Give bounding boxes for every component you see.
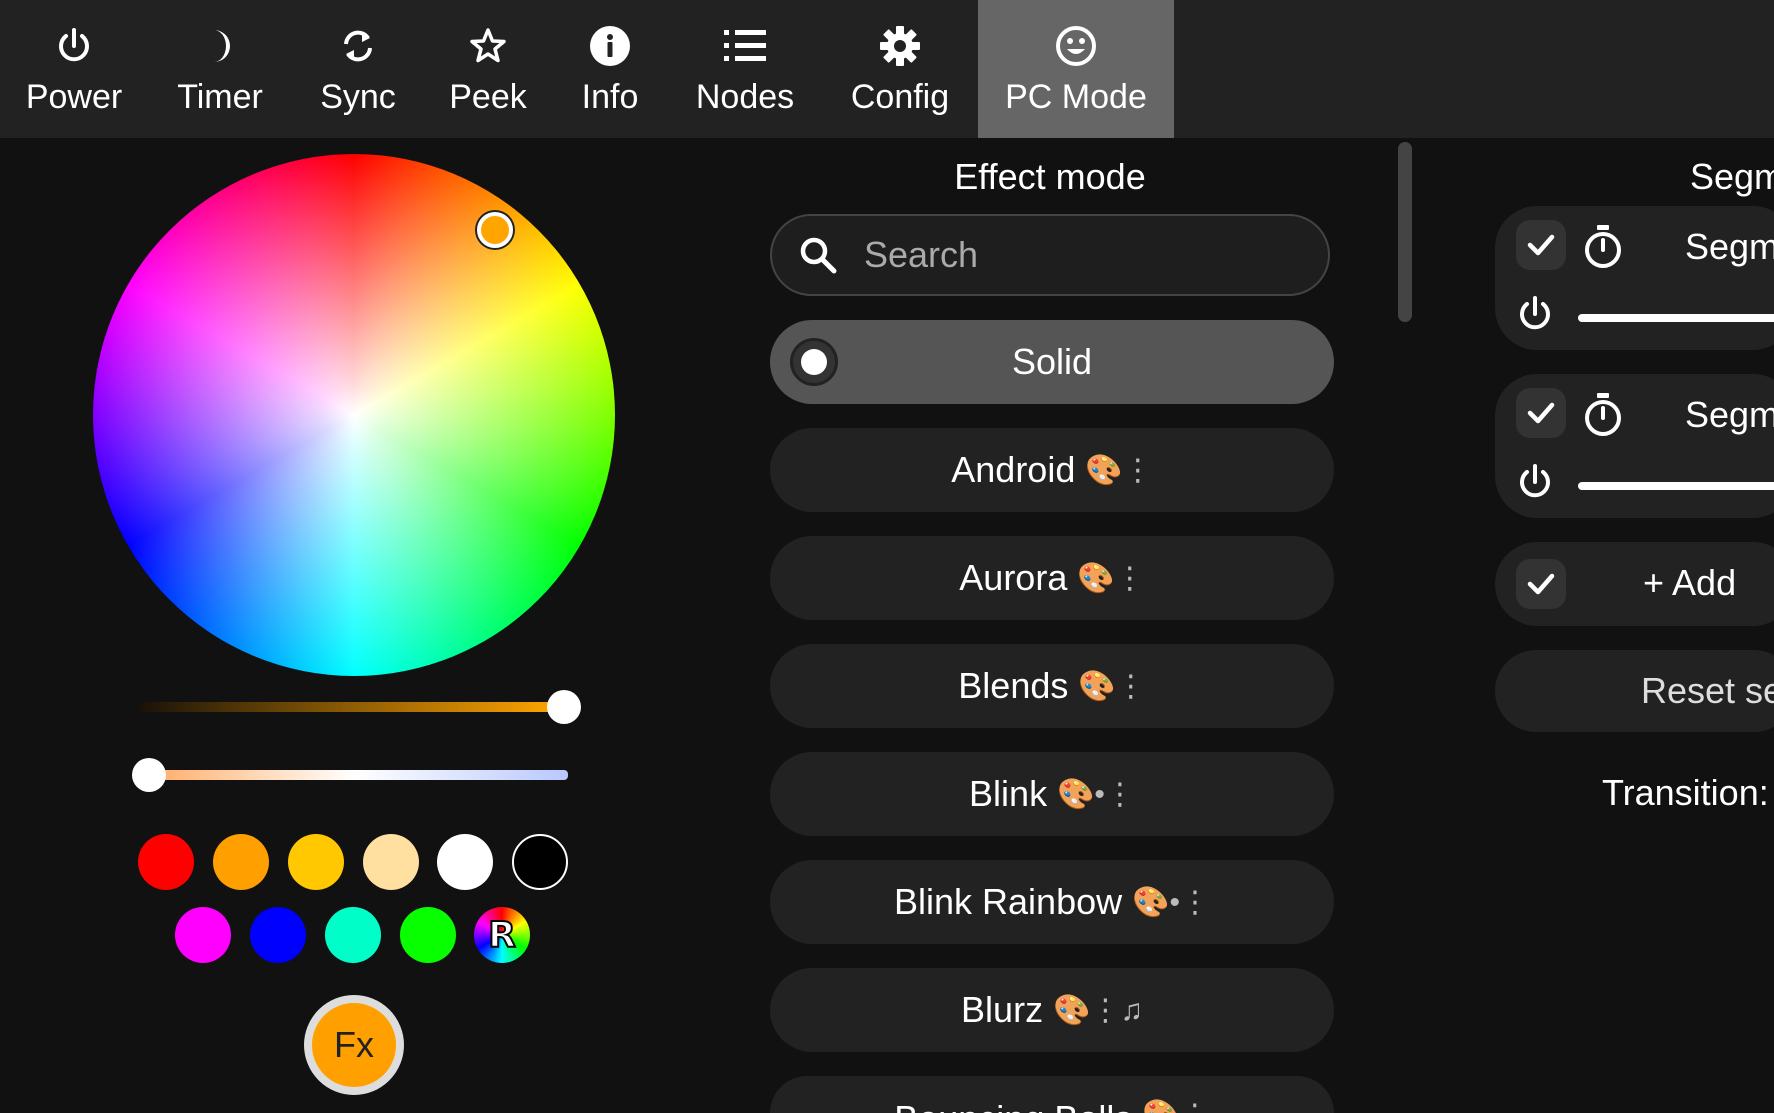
effect-flags: 🎨⋮ (1078, 669, 1146, 703)
effect-name: Blink Rainbow (894, 881, 1123, 922)
effect-name: Blink (969, 773, 1048, 814)
effect-item-blink-rainbow[interactable]: Blink Rainbow 🎨•⋮ (770, 860, 1334, 944)
fx-button[interactable]: Fx (304, 995, 404, 1095)
effect-item-blurz[interactable]: Blurz 🎨⋮♫ (770, 968, 1334, 1052)
effect-item-blends[interactable]: Blends 🎨⋮ (770, 644, 1334, 728)
segments-title: Segm (1690, 156, 1774, 197)
gear-icon (878, 24, 922, 68)
add-segment-label: + Add (1643, 562, 1737, 603)
random-label: R (487, 914, 517, 957)
effect-item-aurora[interactable]: Aurora 🎨⋮ (770, 536, 1334, 620)
tab-peek[interactable]: Peek (424, 0, 552, 138)
segment-select-checkbox[interactable] (1516, 220, 1566, 270)
segment-card-1: Segm (1495, 374, 1774, 518)
search-placeholder: Search (864, 234, 979, 275)
info-icon (588, 24, 632, 68)
effect-radio-selected[interactable] (790, 338, 838, 386)
tab-label: Timer (177, 78, 263, 116)
quick-color-orange[interactable] (213, 834, 269, 890)
random-color-button[interactable]: R (474, 907, 530, 963)
tab-config[interactable]: Config (822, 0, 978, 138)
color-wheel-handle[interactable] (477, 212, 513, 248)
tab-label: Config (850, 78, 950, 116)
tab-sync[interactable]: Sync (292, 0, 424, 138)
segment-select-checkbox[interactable] (1516, 388, 1566, 438)
effect-mode-title: Effect mode (954, 156, 1146, 197)
white-balance-slider-thumb[interactable] (132, 758, 166, 792)
tab-power[interactable]: Power (0, 0, 148, 138)
reset-segments-button[interactable]: Reset se (1495, 650, 1774, 732)
tab-label: Sync (320, 78, 396, 116)
quick-color-magenta[interactable] (175, 907, 231, 963)
check-icon (1527, 573, 1555, 595)
effect-item-bouncing-balls[interactable]: Bouncing Balls 🎨⋮ (770, 1076, 1334, 1113)
effect-name: Android (951, 449, 1076, 490)
list-icon (723, 24, 767, 68)
effect-flags: 🎨⋮ (1085, 453, 1153, 487)
add-segment-card[interactable]: + Add (1495, 542, 1774, 626)
smiley-icon (1054, 24, 1098, 68)
effect-flags: 🎨⋮ (1142, 1098, 1209, 1113)
segment-brightness-slider[interactable] (1578, 482, 1774, 490)
segment-card-0: Segm (1495, 206, 1774, 350)
top-nav-bar: Power Timer Sync Peek Info Nodes Config … (0, 0, 1774, 138)
tab-label: Power (25, 78, 123, 116)
moon-icon (198, 24, 242, 68)
transition-label: Transition: (1602, 772, 1769, 813)
check-icon (1527, 402, 1555, 424)
quick-color-cyan[interactable] (325, 907, 381, 963)
quick-color-black[interactable] (512, 834, 568, 890)
effect-name: Blends (958, 665, 1069, 706)
reset-label: Reset se (1641, 670, 1774, 711)
effect-name: Blurz (961, 989, 1044, 1030)
quick-color-warm-white[interactable] (363, 834, 419, 890)
tab-timer[interactable]: Timer (148, 0, 292, 138)
effect-name: Solid (1011, 341, 1093, 382)
quick-color-amber[interactable] (288, 834, 344, 890)
tab-label: PC Mode (1005, 78, 1147, 116)
color-wheel[interactable] (93, 154, 615, 676)
effect-name: Bouncing Balls (894, 1098, 1132, 1113)
tab-label: Peek (449, 78, 527, 116)
effect-name: Aurora (959, 557, 1068, 598)
quick-color-blue[interactable] (250, 907, 306, 963)
segment-brightness-slider[interactable] (1578, 314, 1774, 322)
tab-info[interactable]: Info (552, 0, 668, 138)
segment-power-icon[interactable] (1515, 294, 1555, 334)
tab-pc-mode[interactable]: PC Mode (978, 0, 1174, 138)
segment-name[interactable]: Segm (1685, 226, 1774, 268)
stopwatch-icon[interactable] (1581, 392, 1625, 438)
quick-color-red[interactable] (138, 834, 194, 890)
segment-name[interactable]: Segm (1685, 394, 1774, 436)
tab-label: Nodes (695, 78, 795, 116)
quick-color-green[interactable] (400, 907, 456, 963)
effect-flags: 🎨⋮♫ (1053, 993, 1143, 1027)
quick-color-white[interactable] (437, 834, 493, 890)
tab-nodes[interactable]: Nodes (668, 0, 822, 138)
effect-flags: 🎨•⋮ (1057, 777, 1135, 811)
effect-item-android[interactable]: Android 🎨⋮ (770, 428, 1334, 512)
tab-label: Info (581, 78, 639, 116)
effect-flags: 🎨•⋮ (1132, 885, 1210, 919)
star-icon (466, 24, 510, 68)
stopwatch-icon[interactable] (1581, 224, 1625, 270)
sync-icon (336, 24, 380, 68)
effect-item-blink[interactable]: Blink 🎨•⋮ (770, 752, 1334, 836)
segment-power-icon[interactable] (1515, 462, 1555, 502)
add-segment-checkbox[interactable] (1516, 559, 1566, 609)
white-balance-slider-track[interactable] (140, 770, 568, 780)
effect-item-solid[interactable]: Solid (770, 320, 1334, 404)
effect-list-scrollbar[interactable] (1398, 142, 1412, 322)
effect-search-input[interactable]: Search (770, 214, 1330, 296)
fx-label: Fx (334, 1024, 374, 1065)
brightness-slider-thumb[interactable] (547, 690, 581, 724)
power-icon (52, 24, 96, 68)
brightness-slider-track[interactable] (140, 702, 558, 712)
effect-flags: 🎨⋮ (1077, 561, 1145, 595)
search-icon (800, 237, 837, 274)
check-icon (1527, 234, 1555, 256)
